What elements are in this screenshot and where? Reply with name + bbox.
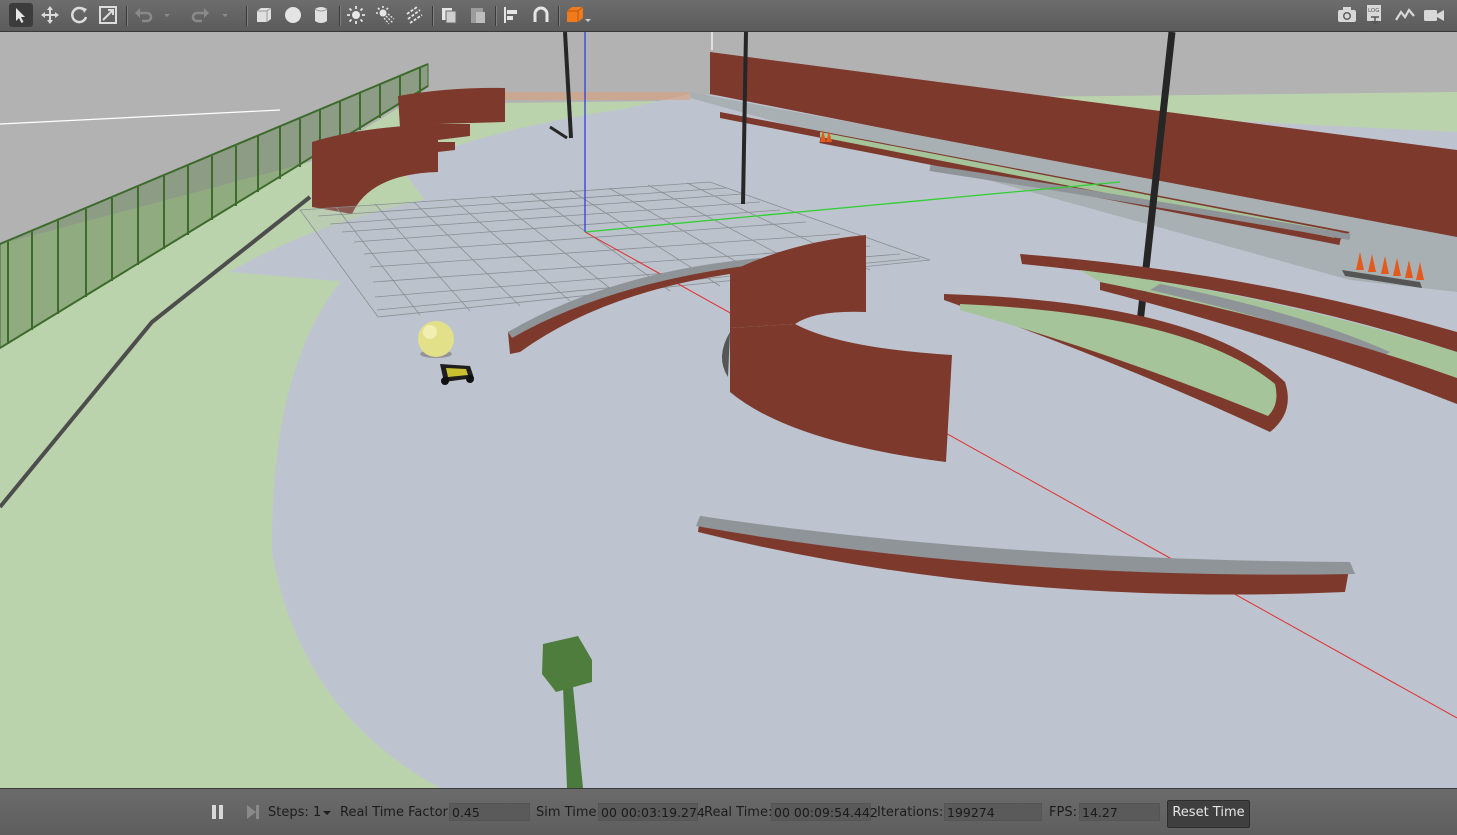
steps-spinner[interactable]: 1 <box>312 803 334 821</box>
plot-icon[interactable] <box>1393 3 1417 27</box>
box-shape-icon[interactable] <box>252 3 276 27</box>
paste-icon[interactable] <box>466 3 490 27</box>
steps-label: Steps: <box>268 805 309 820</box>
scene-viewport[interactable] <box>0 32 1457 788</box>
sim-time-label: Sim Time: <box>536 805 601 820</box>
redo-icon[interactable] <box>188 3 212 27</box>
fps-field: 14.27 <box>1079 803 1160 821</box>
sim-time-field: 00 00:03:19.274 <box>598 803 705 821</box>
steps-value: 1 <box>313 805 322 820</box>
point-light-icon[interactable] <box>344 3 368 27</box>
step-icon[interactable] <box>244 802 262 822</box>
screenshot-camera-icon[interactable] <box>1335 3 1359 27</box>
real-time-factor-field: 0.45 <box>449 803 530 821</box>
select-arrow-icon[interactable] <box>9 3 33 27</box>
real-time-field: 00 00:09:54.442 <box>771 803 878 821</box>
undo-dropdown-icon[interactable] <box>160 3 174 27</box>
log-icon[interactable]: LOG <box>1363 3 1387 27</box>
reset-time-button[interactable]: Reset Time <box>1167 800 1250 828</box>
scene-render <box>0 32 1457 788</box>
align-icon[interactable] <box>500 3 524 27</box>
snap-icon[interactable] <box>529 3 553 27</box>
cylinder-shape-icon[interactable] <box>309 3 333 27</box>
chevron-down-icon <box>323 811 331 815</box>
undo-icon[interactable] <box>132 3 156 27</box>
translate-icon[interactable] <box>38 3 62 27</box>
yellow-sphere <box>418 321 454 357</box>
real-time-label: Real Time: <box>704 805 773 820</box>
directional-light-icon[interactable] <box>402 3 426 27</box>
video-record-icon[interactable] <box>1422 3 1446 27</box>
sphere-shape-icon[interactable] <box>281 3 305 27</box>
scale-icon[interactable] <box>96 3 120 27</box>
view-angle-icon[interactable] <box>563 3 593 27</box>
cone-row-back <box>505 92 690 100</box>
fps-label: FPS: <box>1049 805 1077 820</box>
spot-light-icon[interactable] <box>373 3 397 27</box>
rotate-icon[interactable] <box>67 3 91 27</box>
pause-icon[interactable] <box>209 802 227 822</box>
iterations-field: 199274 <box>944 803 1042 821</box>
real-time-factor-label: Real Time Factor: <box>340 805 453 820</box>
copy-icon[interactable] <box>437 3 461 27</box>
toolbar: LOG <box>0 0 1457 32</box>
time-panel: Steps: 1 Real Time Factor: 0.45 Sim Time… <box>0 788 1457 835</box>
redo-dropdown-icon[interactable] <box>218 3 232 27</box>
svg-text:LOG: LOG <box>1368 8 1379 14</box>
iterations-label: Iterations: <box>877 805 944 820</box>
